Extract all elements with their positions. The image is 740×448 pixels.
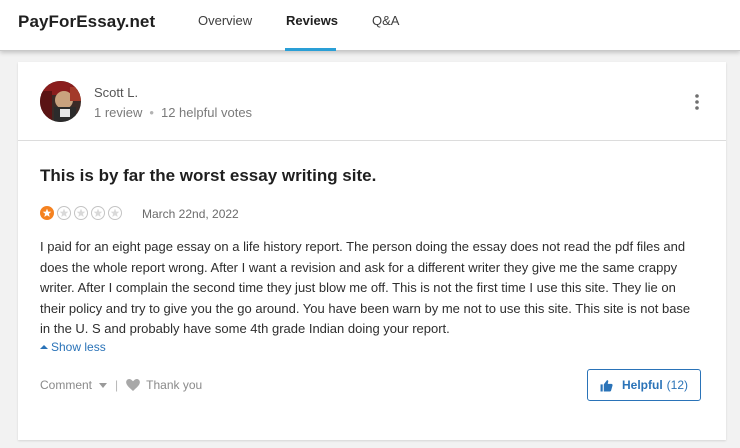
site-logo[interactable]: PayForEssay.net: [18, 12, 155, 32]
more-vertical-icon[interactable]: [691, 92, 703, 112]
review-date: March 22nd, 2022: [142, 207, 239, 221]
thumbs-up-icon: [600, 379, 613, 391]
reviewer-name[interactable]: Scott L.: [94, 85, 138, 100]
helpful-label: Helpful: [621, 378, 663, 392]
star-filled-icon: [40, 206, 54, 220]
chevron-down-icon: [99, 382, 108, 388]
show-less-link[interactable]: Show less: [40, 340, 106, 354]
star-empty-icon: [74, 206, 88, 220]
top-navigation-bar: PayForEssay.net Overview Reviews Q&A: [0, 0, 740, 51]
show-less-label: Show less: [51, 340, 106, 354]
star-rating: [40, 206, 122, 221]
tab-overview[interactable]: Overview: [198, 13, 252, 28]
review-card: Scott L. 1 review • 12 helpful votes This …: [18, 62, 726, 440]
review-actions: Comment | Thank you: [40, 377, 202, 393]
review-title: This is by far the worst essay writing s…: [40, 166, 377, 185]
comment-label: Comment: [40, 378, 93, 392]
reviewer-meta: 1 review • 12 helpful votes: [94, 105, 252, 120]
helpful-button[interactable]: Helpful (12): [587, 369, 701, 401]
heart-icon: [126, 379, 140, 391]
helpful-votes-count: 12 helpful votes: [160, 105, 253, 120]
tab-reviews[interactable]: Reviews: [286, 13, 338, 28]
thank-you-button[interactable]: Thank you: [126, 378, 202, 392]
review-count: 1 review: [94, 105, 143, 120]
action-separator: |: [115, 378, 119, 392]
comment-button[interactable]: Comment: [40, 378, 108, 392]
active-tab-indicator: [285, 48, 336, 51]
helpful-count: (12): [666, 378, 688, 392]
star-empty-icon: [108, 206, 122, 220]
divider: [18, 140, 726, 141]
review-body: I paid for an eight page essay on a life…: [40, 239, 691, 336]
tab-qa[interactable]: Q&A: [372, 13, 399, 28]
star-empty-icon: [57, 206, 71, 220]
avatar[interactable]: [40, 81, 81, 122]
caret-up-icon: [40, 345, 48, 349]
star-empty-icon: [91, 206, 105, 220]
meta-separator-dot: •: [149, 105, 154, 120]
thank-you-label: Thank you: [146, 378, 203, 392]
